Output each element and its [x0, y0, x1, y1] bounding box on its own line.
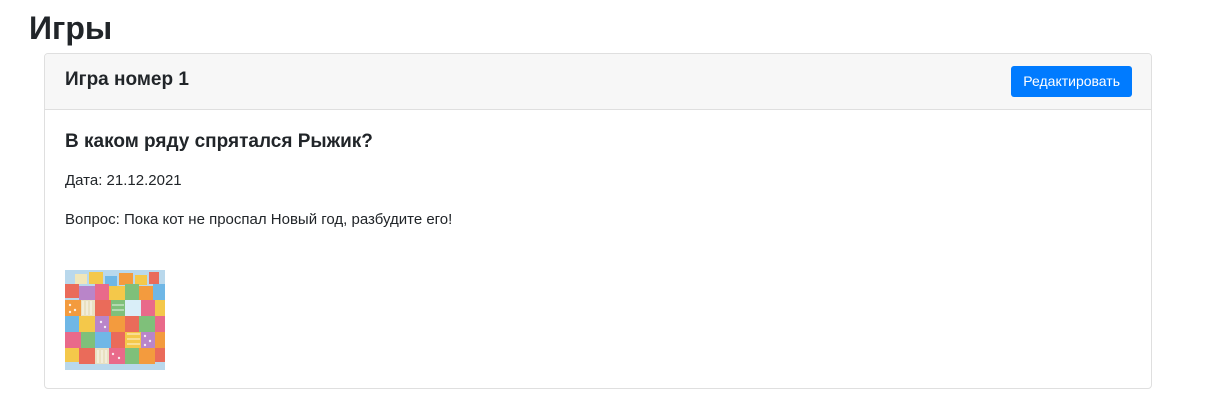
game-card: Игра номер 1 Редактировать В каком ряду … — [44, 53, 1152, 389]
game-date: Дата: 21.12.2021 — [65, 172, 182, 189]
card-header: Игра номер 1 Редактировать — [45, 54, 1151, 110]
edit-button[interactable]: Редактировать — [1011, 66, 1132, 97]
page-title: Игры — [29, 10, 113, 46]
game-number-title: Игра номер 1 — [65, 69, 189, 90]
game-question: Вопрос: Пока кот не проспал Новый год, р… — [65, 211, 453, 228]
gift-boxes-image — [65, 270, 165, 370]
game-title: В каком ряду спрятался Рыжик? — [65, 131, 373, 152]
